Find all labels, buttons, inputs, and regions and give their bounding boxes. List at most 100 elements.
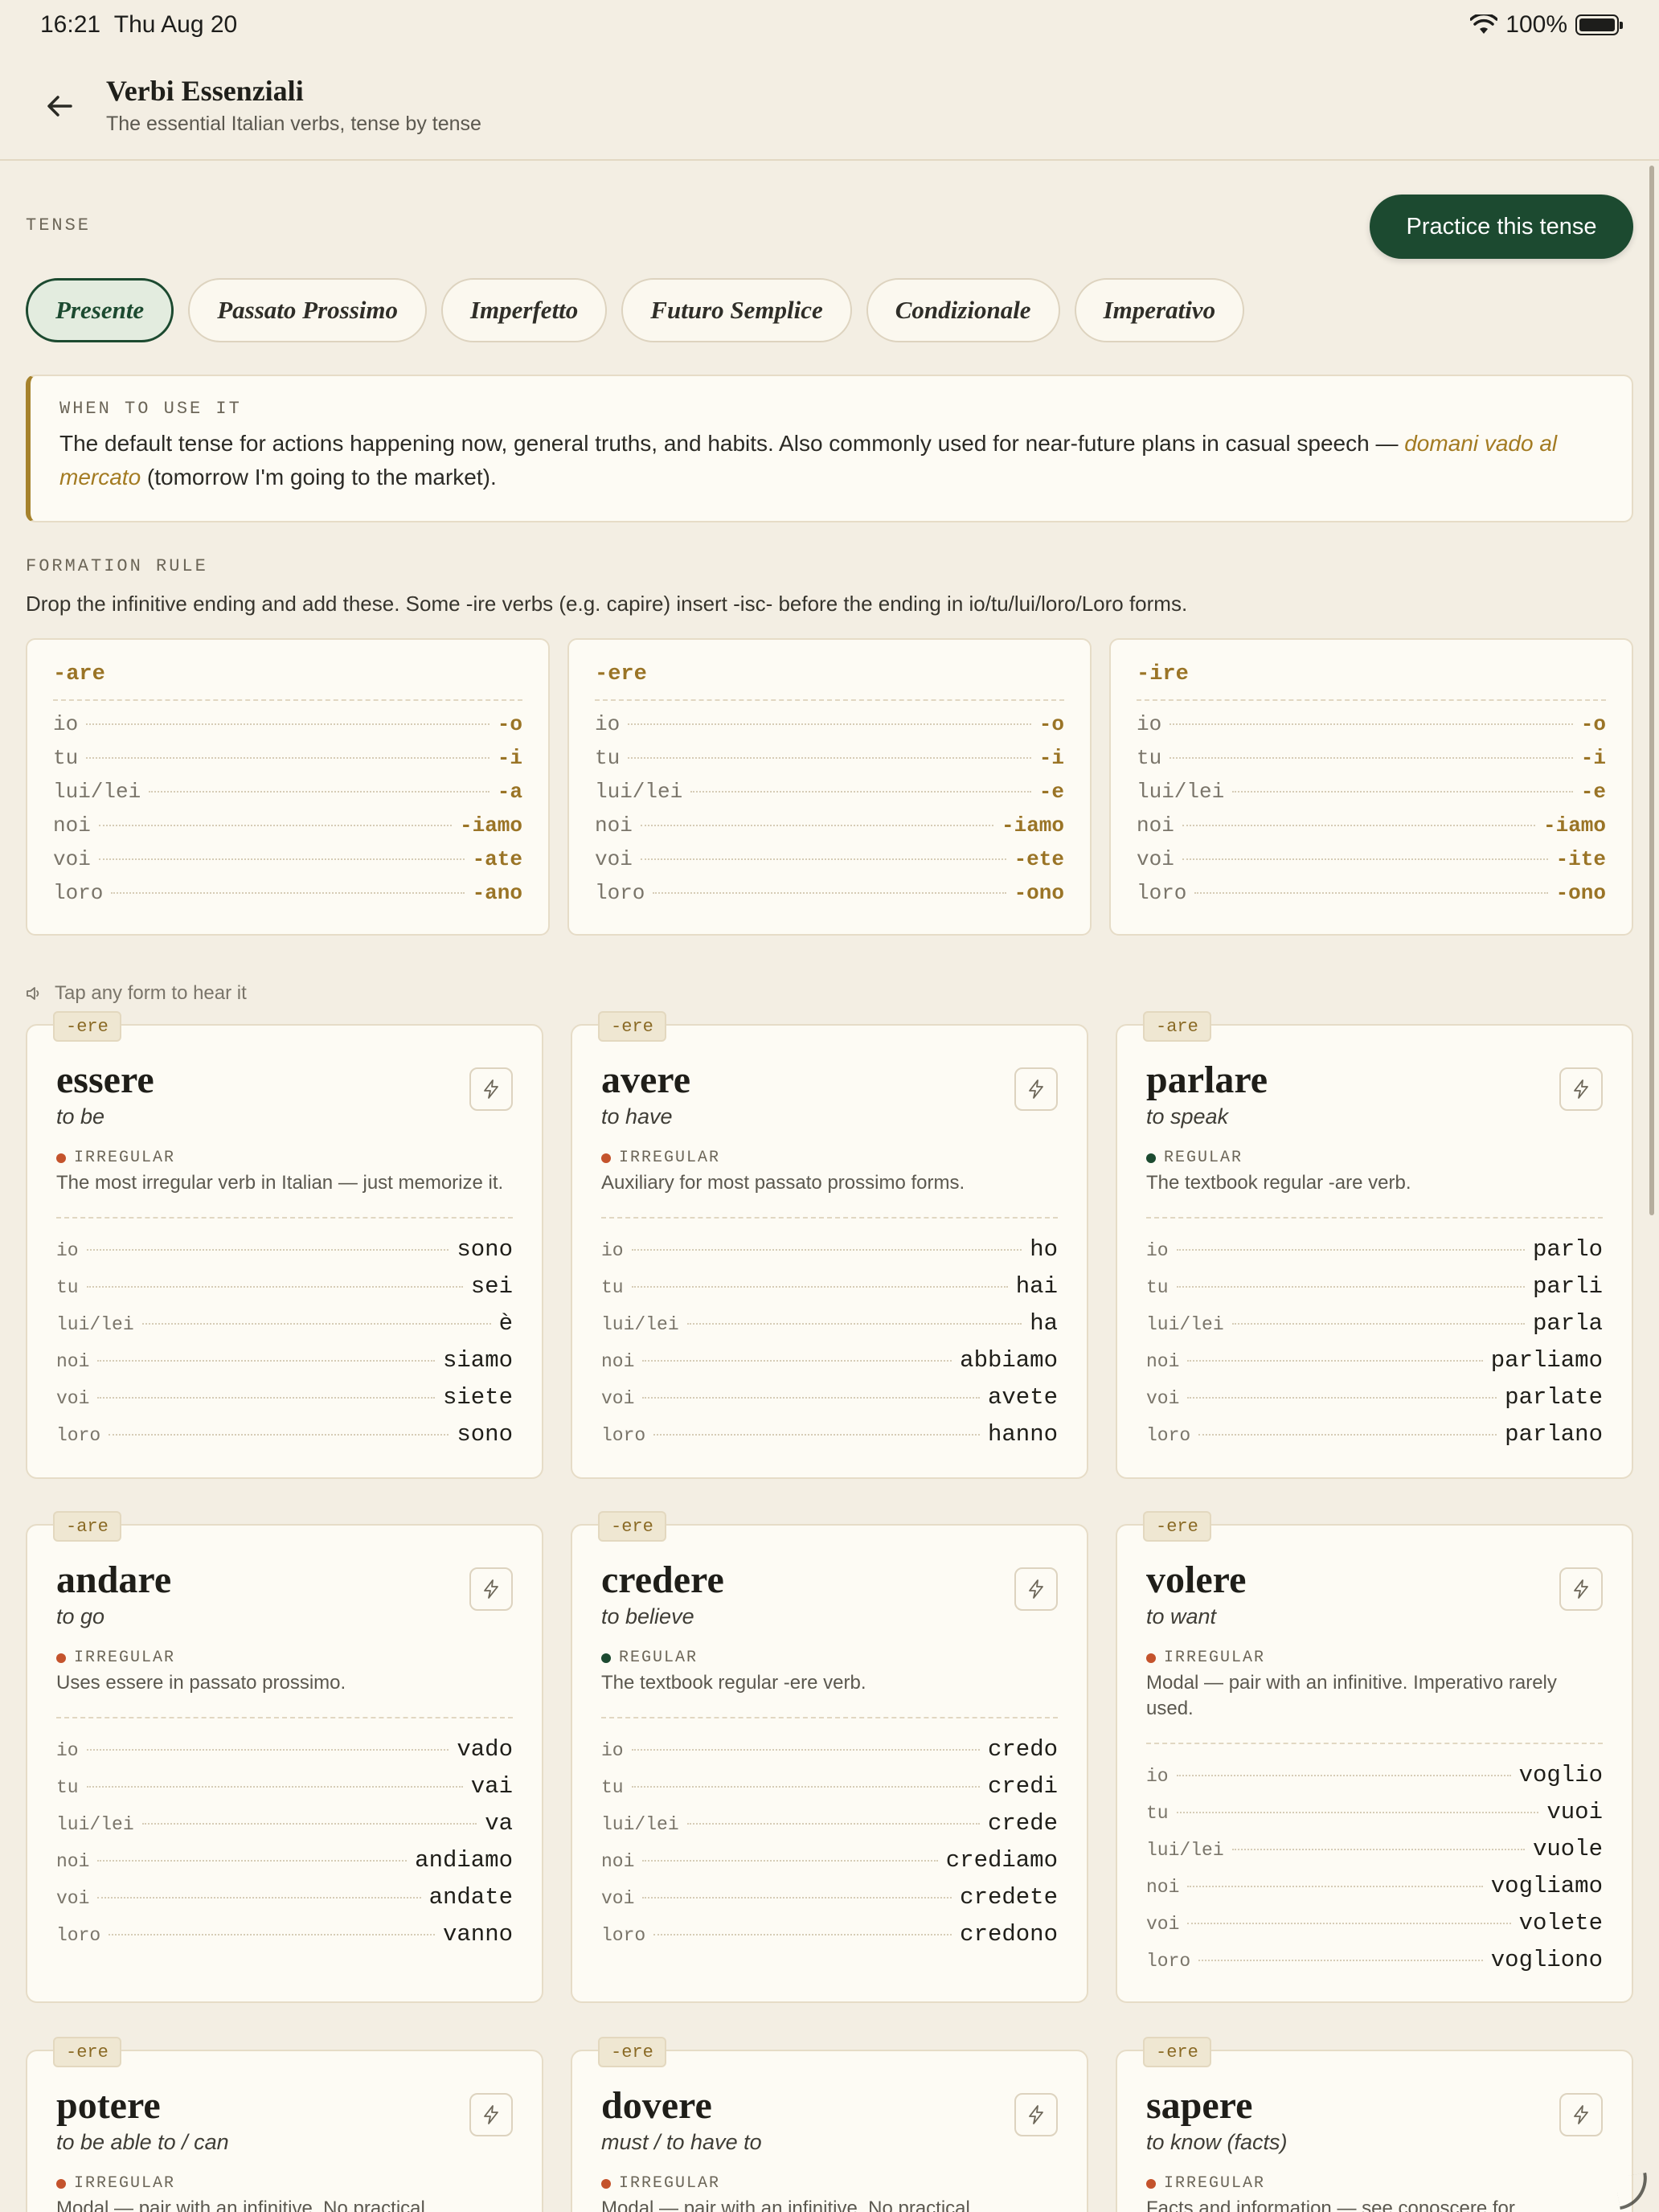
verb-card[interactable]: -are parlare to speak REGULAR The textbook r… <box>1116 1011 1633 1479</box>
conjugation-row[interactable]: voi siete <box>56 1384 513 1421</box>
conjugation-row[interactable]: lui/lei crede <box>601 1810 1058 1847</box>
verb-form[interactable]: hai <box>1016 1273 1058 1300</box>
conjugation-row[interactable]: noi andiamo <box>56 1847 513 1884</box>
conjugation-row[interactable]: io parlo <box>1146 1236 1603 1273</box>
verb-infinitive[interactable]: dovere <box>601 2085 1058 2127</box>
conjugation-row[interactable]: lui/lei va <box>56 1810 513 1847</box>
conjugation-row[interactable]: voi volete <box>1146 1910 1603 1947</box>
conjugation-row[interactable]: lui/lei parla <box>1146 1310 1603 1347</box>
verb-card[interactable]: -ere dovere must / to have to IRREGULAR Moda… <box>571 2037 1088 2212</box>
verb-form[interactable]: vanno <box>443 1921 513 1948</box>
verb-infinitive[interactable]: potere <box>56 2085 513 2127</box>
conjugation-row[interactable]: io vado <box>56 1736 513 1773</box>
verb-form[interactable]: parlano <box>1505 1421 1603 1448</box>
quick-practice-button[interactable] <box>469 1567 513 1611</box>
verb-card[interactable]: -ere essere to be IRREGULAR The most irregul… <box>26 1011 543 1479</box>
verb-card[interactable]: -ere potere to be able to / can IRREGULAR Mo… <box>26 2037 543 2212</box>
verb-form[interactable]: andiamo <box>415 1847 513 1874</box>
conjugation-row[interactable]: tu hai <box>601 1273 1058 1310</box>
verb-card[interactable]: -ere sapere to know (facts) IRREGULAR Facts … <box>1116 2037 1633 2212</box>
verb-form[interactable]: va <box>485 1810 513 1837</box>
tab-passato-prossimo[interactable]: Passato Prossimo <box>188 278 427 342</box>
conjugation-row[interactable]: noi crediamo <box>601 1847 1058 1884</box>
conjugation-row[interactable]: noi siamo <box>56 1347 513 1384</box>
verb-form[interactable]: è <box>499 1310 513 1337</box>
verb-form[interactable]: crediamo <box>946 1847 1058 1874</box>
conjugation-row[interactable]: lui/lei vuole <box>1146 1836 1603 1873</box>
verb-form[interactable]: siete <box>443 1384 513 1411</box>
conjugation-row[interactable]: loro vanno <box>56 1921 513 1958</box>
verb-form[interactable]: vogliono <box>1491 1947 1603 1973</box>
tab-imperativo[interactable]: Imperativo <box>1074 278 1245 342</box>
conjugation-row[interactable]: loro parlano <box>1146 1421 1603 1458</box>
quick-practice-button[interactable] <box>469 2093 513 2136</box>
verb-form[interactable]: parliamo <box>1491 1347 1603 1374</box>
quick-practice-button[interactable] <box>469 1067 513 1111</box>
practice-tense-button[interactable]: Practice this tense <box>1370 195 1633 259</box>
verb-form[interactable]: credono <box>960 1921 1058 1948</box>
tab-futuro-semplice[interactable]: Futuro Semplice <box>621 278 852 342</box>
conjugation-row[interactable]: loro vogliono <box>1146 1947 1603 1984</box>
verb-form[interactable]: sono <box>457 1236 513 1263</box>
conjugation-row[interactable]: noi parliamo <box>1146 1347 1603 1384</box>
conjugation-row[interactable]: noi abbiamo <box>601 1347 1058 1384</box>
verb-infinitive[interactable]: credere <box>601 1559 1058 1601</box>
verb-form[interactable]: voglio <box>1519 1762 1603 1788</box>
verb-form[interactable]: parlo <box>1533 1236 1603 1263</box>
conjugation-row[interactable]: voi andate <box>56 1884 513 1921</box>
verb-form[interactable]: vuole <box>1533 1836 1603 1862</box>
verb-card[interactable]: -ere avere to have IRREGULAR Auxiliary for m… <box>571 1011 1088 1479</box>
conjugation-row[interactable]: loro credono <box>601 1921 1058 1958</box>
verb-card[interactable]: -ere credere to believe REGULAR The textbook… <box>571 1511 1088 2003</box>
verb-form[interactable]: hanno <box>988 1421 1058 1448</box>
verb-form[interactable]: credi <box>988 1773 1058 1800</box>
verb-form[interactable]: sei <box>471 1273 513 1300</box>
quick-practice-button[interactable] <box>1014 1067 1058 1111</box>
conjugation-row[interactable]: voi parlate <box>1146 1384 1603 1421</box>
verb-form[interactable]: avete <box>988 1384 1058 1411</box>
verb-infinitive[interactable]: volere <box>1146 1559 1603 1601</box>
conjugation-row[interactable]: tu sei <box>56 1273 513 1310</box>
conjugation-row[interactable]: loro sono <box>56 1421 513 1458</box>
verb-form[interactable]: vuoi <box>1546 1799 1603 1825</box>
verb-form[interactable]: sono <box>457 1421 513 1448</box>
quick-practice-button[interactable] <box>1559 1567 1603 1611</box>
verb-form[interactable]: vai <box>471 1773 513 1800</box>
quick-practice-button[interactable] <box>1014 2093 1058 2136</box>
verb-form[interactable]: parlate <box>1505 1384 1603 1411</box>
back-arrow-icon[interactable] <box>40 87 79 125</box>
verb-form[interactable]: vogliamo <box>1491 1873 1603 1899</box>
verb-form[interactable]: ho <box>1030 1236 1058 1263</box>
conjugation-row[interactable]: tu credi <box>601 1773 1058 1810</box>
verb-infinitive[interactable]: avere <box>601 1059 1058 1101</box>
conjugation-row[interactable]: lui/lei ha <box>601 1310 1058 1347</box>
conjugation-row[interactable]: tu vai <box>56 1773 513 1810</box>
conjugation-row[interactable]: tu vuoi <box>1146 1799 1603 1836</box>
verb-infinitive[interactable]: andare <box>56 1559 513 1601</box>
verb-form[interactable]: ha <box>1030 1310 1058 1337</box>
scrollbar[interactable] <box>1649 166 1654 1215</box>
conjugation-row[interactable]: io voglio <box>1146 1762 1603 1799</box>
verb-form[interactable]: credete <box>960 1884 1058 1911</box>
conjugation-row[interactable]: voi avete <box>601 1384 1058 1421</box>
verb-form[interactable]: volete <box>1519 1910 1603 1936</box>
verb-infinitive[interactable]: essere <box>56 1059 513 1101</box>
verb-form[interactable]: parli <box>1533 1273 1603 1300</box>
verb-form[interactable]: vado <box>457 1736 513 1763</box>
quick-practice-button[interactable] <box>1559 1067 1603 1111</box>
verb-form[interactable]: credo <box>988 1736 1058 1763</box>
quick-practice-button[interactable] <box>1559 2093 1603 2136</box>
conjugation-row[interactable]: loro hanno <box>601 1421 1058 1458</box>
verb-form[interactable]: siamo <box>443 1347 513 1374</box>
verb-form[interactable]: crede <box>988 1810 1058 1837</box>
verb-form[interactable]: andate <box>429 1884 513 1911</box>
tab-imperfetto[interactable]: Imperfetto <box>440 278 608 342</box>
verb-infinitive[interactable]: parlare <box>1146 1059 1603 1101</box>
conjugation-row[interactable]: noi vogliamo <box>1146 1873 1603 1910</box>
conjugation-row[interactable]: io sono <box>56 1236 513 1273</box>
conjugation-row[interactable]: io ho <box>601 1236 1058 1273</box>
conjugation-row[interactable]: tu parli <box>1146 1273 1603 1310</box>
verb-infinitive[interactable]: sapere <box>1146 2085 1603 2127</box>
conjugation-row[interactable]: voi credete <box>601 1884 1058 1921</box>
conjugation-row[interactable]: io credo <box>601 1736 1058 1773</box>
